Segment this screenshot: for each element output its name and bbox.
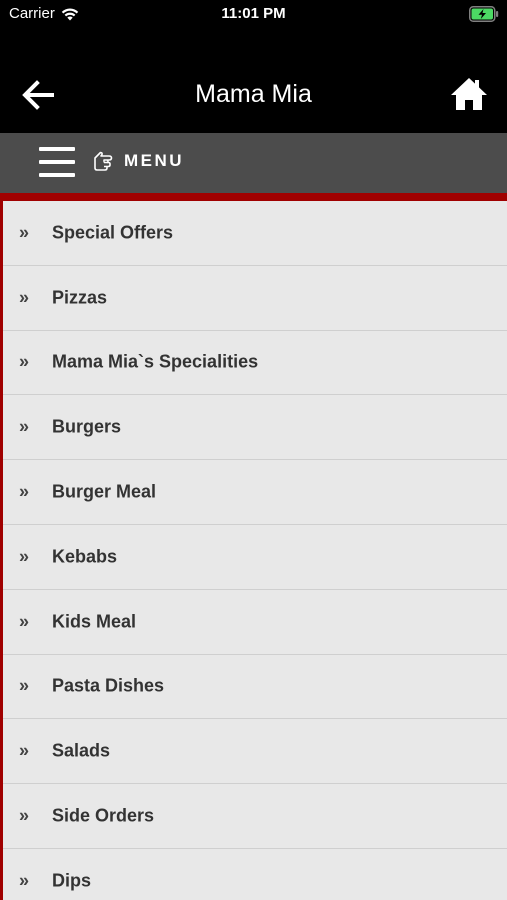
home-button[interactable]: [450, 76, 488, 112]
category-specialities[interactable]: » Mama Mia`s Specialities: [3, 331, 507, 396]
chevron-right-icon: »: [19, 481, 30, 502]
category-kids-meal[interactable]: » Kids Meal: [3, 590, 507, 655]
chevron-right-icon: »: [19, 870, 30, 891]
category-side-orders[interactable]: » Side Orders: [3, 784, 507, 849]
category-label: Pasta Dishes: [52, 675, 165, 696]
chevron-right-icon: »: [19, 675, 30, 696]
category-burger-meal[interactable]: » Burger Meal: [3, 460, 507, 525]
page-title: Mama Mia: [195, 80, 312, 108]
category-label: Pizzas: [52, 287, 108, 308]
category-burgers[interactable]: » Burgers: [3, 395, 507, 461]
chevron-right-icon: »: [19, 740, 30, 761]
category-label: Special Offers: [52, 222, 174, 243]
status-time: 11:01 PM: [221, 5, 286, 22]
category-label: Salads: [52, 740, 111, 761]
chevron-right-icon: »: [19, 416, 30, 437]
chevron-right-icon: »: [19, 351, 30, 372]
chevron-right-icon: »: [19, 805, 30, 826]
pointing-hand-icon: [94, 151, 113, 171]
category-label: Dips: [52, 870, 92, 891]
category-label: Kebabs: [52, 546, 118, 567]
category-pasta-dishes[interactable]: » Pasta Dishes: [3, 655, 507, 720]
category-pizzas[interactable]: » Pizzas: [3, 266, 507, 331]
battery-charging-icon: [469, 6, 499, 22]
category-list: » Special Offers » Pizzas » Mama Mia`s S…: [0, 201, 507, 900]
menu-toggle-bar[interactable]: MENU: [0, 133, 507, 193]
category-special-offers[interactable]: » Special Offers: [3, 201, 507, 266]
home-icon: [451, 78, 487, 110]
chevron-right-icon: »: [19, 222, 30, 243]
status-bar: Carrier 11:01 PM: [0, 0, 507, 30]
accent-divider: [0, 193, 507, 201]
category-label: Burger Meal: [52, 481, 157, 502]
menu-label: MENU: [124, 151, 185, 170]
category-label: Burgers: [52, 416, 122, 437]
category-kebabs[interactable]: » Kebabs: [3, 525, 507, 590]
app-header: Mama Mia: [0, 30, 507, 133]
category-label: Mama Mia`s Specialities: [52, 351, 259, 372]
category-label: Side Orders: [52, 805, 155, 826]
category-label: Kids Meal: [52, 611, 137, 632]
hamburger-icon[interactable]: [39, 146, 75, 178]
category-salads[interactable]: » Salads: [3, 719, 507, 785]
chevron-right-icon: »: [19, 287, 30, 308]
category-dips[interactable]: » Dips: [3, 849, 507, 900]
chevron-right-icon: »: [19, 546, 30, 567]
chevron-right-icon: »: [19, 611, 30, 632]
